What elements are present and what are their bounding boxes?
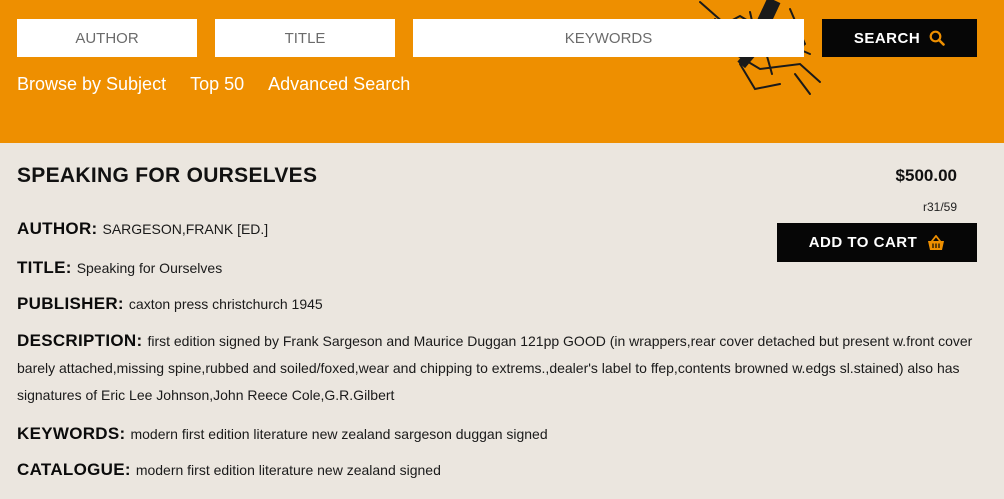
author-search-input[interactable] xyxy=(17,19,197,57)
catalogue-row: CATALOGUE: modern first edition literatur… xyxy=(17,456,441,484)
catalogue-label: CATALOGUE: xyxy=(17,460,131,479)
add-to-cart-label: ADD TO CART xyxy=(808,234,918,251)
publisher-label: PUBLISHER: xyxy=(17,294,124,313)
search-button[interactable]: SEARCH xyxy=(822,19,977,57)
author-value: SARGESON,FRANK [ED.] xyxy=(102,221,269,237)
basket-icon xyxy=(928,234,945,250)
author-label: AUTHOR: xyxy=(17,219,98,238)
title-value: Speaking for Ourselves xyxy=(76,260,223,276)
nav-advanced-search[interactable]: Advanced Search xyxy=(268,74,410,95)
description-row: DESCRIPTION: first edition signed by Fran… xyxy=(17,327,977,409)
description-value: first edition signed by Frank Sargeson a… xyxy=(17,333,973,403)
header-nav: Browse by Subject Top 50 Advanced Search xyxy=(17,74,410,95)
catalogue-value: modern first edition literature new zeal… xyxy=(135,462,441,478)
search-button-label: SEARCH xyxy=(853,29,921,47)
keywords-row: KEYWORDS: modern first edition literature… xyxy=(17,420,548,448)
title-label: TITLE: xyxy=(17,258,72,277)
title-search-input[interactable] xyxy=(215,19,395,57)
title-row: TITLE: Speaking for Ourselves xyxy=(17,254,222,282)
search-icon xyxy=(929,30,945,46)
keywords-label: KEYWORDS: xyxy=(17,424,126,443)
book-price: $500.00 xyxy=(895,166,957,185)
keywords-search-input[interactable] xyxy=(413,19,804,57)
description-label: DESCRIPTION: xyxy=(17,331,143,350)
add-to-cart-button[interactable]: ADD TO CART xyxy=(777,223,977,262)
author-row: AUTHOR: SARGESON,FRANK [ED.] xyxy=(17,215,268,243)
publisher-value: caxton press christchurch 1945 xyxy=(128,296,323,312)
book-title: SPEAKING FOR OURSELVES xyxy=(17,164,318,187)
book-reference: r31/59 xyxy=(922,200,957,214)
nav-browse-by-subject[interactable]: Browse by Subject xyxy=(17,74,166,95)
site-header: SEARCH Browse by Subject Top 50 Advanced… xyxy=(0,0,1004,143)
keywords-value: modern first edition literature new zeal… xyxy=(130,426,548,442)
nav-top-50[interactable]: Top 50 xyxy=(190,74,244,95)
publisher-row: PUBLISHER: caxton press christchurch 1945 xyxy=(17,290,323,318)
